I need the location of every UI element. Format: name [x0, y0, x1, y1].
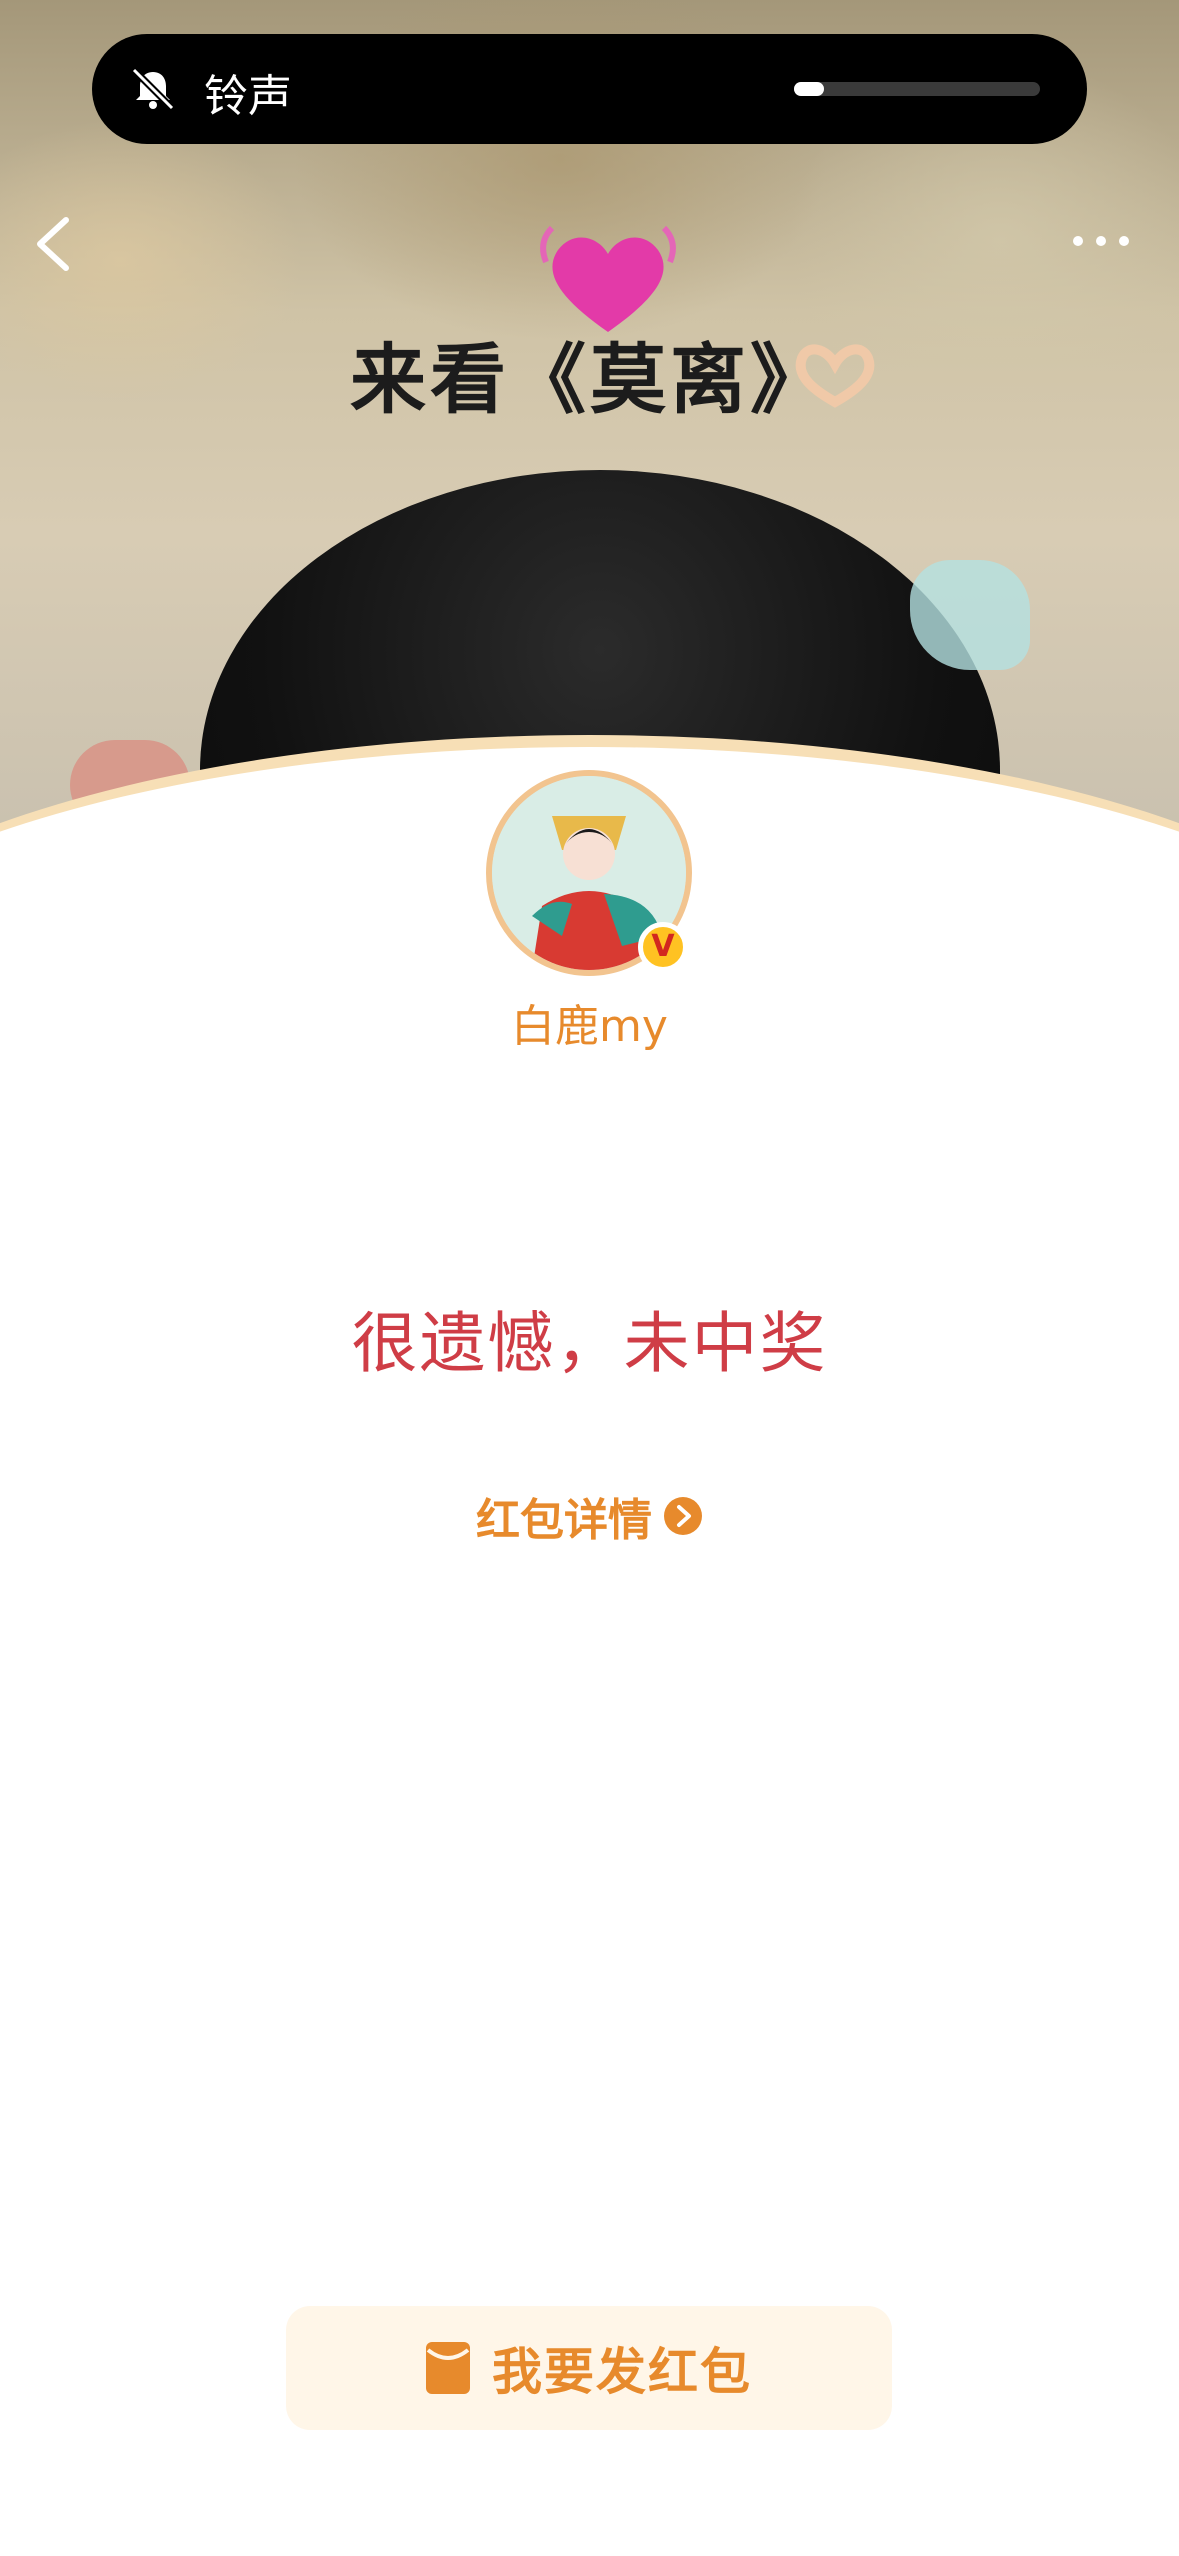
- send-red-envelope-button[interactable]: 我要发红包: [286, 2306, 892, 2430]
- volume-slider[interactable]: [794, 82, 1040, 96]
- red-packet-detail-link[interactable]: 红包详情: [476, 1486, 702, 1546]
- result-message: 很遗憾，未中奖: [351, 1305, 828, 1382]
- back-button[interactable]: [28, 212, 80, 276]
- ringer-label: 铃声: [204, 71, 292, 122]
- heart-hands-icon: [795, 344, 875, 408]
- hair-clip-decoration: [910, 560, 1030, 670]
- red-envelope-icon: [426, 2342, 470, 2394]
- detail-link-label: 红包详情: [476, 1495, 652, 1546]
- bell-muted-icon: [131, 67, 175, 111]
- volume-slider-fill: [794, 82, 824, 96]
- ringer-indicator: 铃声: [92, 34, 1087, 144]
- chevron-right-circle-icon: [664, 1497, 702, 1535]
- more-button[interactable]: [1070, 226, 1132, 256]
- sender-name: 白鹿my: [511, 1001, 668, 1052]
- verified-v-icon: V: [638, 922, 688, 972]
- chevron-left-icon: [37, 217, 69, 271]
- send-button-label: 我要发红包: [492, 2343, 752, 2401]
- more-dots-icon: [1073, 236, 1129, 246]
